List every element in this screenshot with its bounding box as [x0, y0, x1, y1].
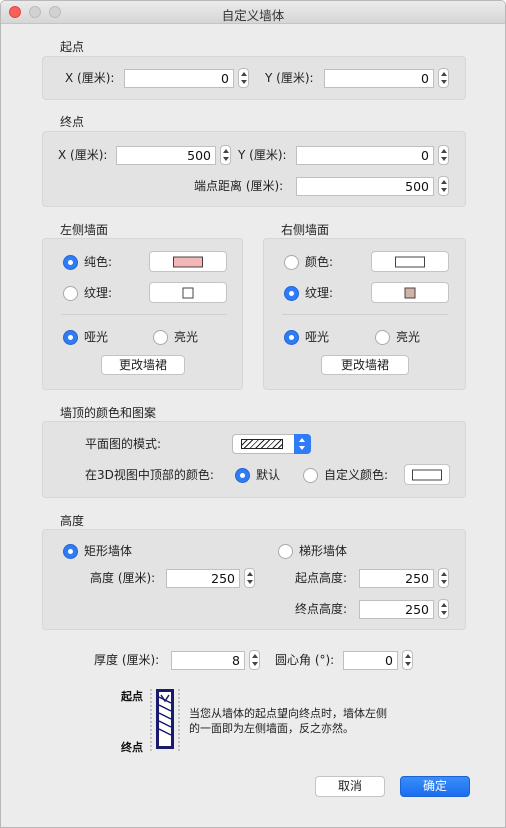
left-color-radio[interactable]	[63, 255, 78, 270]
left-texture-swatch	[182, 287, 194, 298]
right-gloss-label: 亮光	[396, 330, 421, 344]
left-color-label: 纯色:	[84, 255, 113, 269]
window-title: 自定义墙体	[221, 8, 285, 23]
end-point-title: 终点	[60, 115, 85, 129]
rect-wall-label: 矩形墙体	[84, 544, 133, 558]
hatch-pattern-icon	[241, 439, 283, 449]
legend-end-label: 终点	[121, 741, 143, 754]
start-height-field[interactable]: 250	[359, 569, 434, 588]
right-color-label: 颜色:	[305, 255, 334, 269]
left-color-swatch	[173, 256, 203, 267]
left-change-baseboard-button[interactable]: 更改墙裙	[101, 355, 185, 375]
distance-label: 端点距离 (厘米):	[194, 179, 284, 193]
right-color-swatch	[395, 256, 425, 267]
right-color-button[interactable]	[371, 251, 449, 272]
height-title: 高度	[60, 514, 85, 528]
trap-wall-label: 梯形墙体	[299, 544, 348, 558]
thickness-label: 厚度 (厘米):	[94, 653, 160, 667]
top-default-radio[interactable]	[235, 468, 250, 483]
left-wall-divider	[61, 314, 227, 315]
hint-line-1: 当您从墙体的起点望向终点时，墙体左侧	[189, 707, 387, 720]
ok-button[interactable]: 确定	[400, 776, 470, 797]
rect-wall-radio[interactable]	[63, 544, 78, 559]
legend-start-label: 起点	[121, 690, 143, 703]
start-x-label: X (厘米):	[65, 71, 115, 85]
top-custom-swatch	[412, 469, 442, 480]
height-field[interactable]: 250	[166, 569, 240, 588]
height-box: 矩形墙体 梯形墙体 高度 (厘米): 250 起点高度: 250 终点高度: 2…	[42, 529, 466, 630]
right-change-baseboard-button[interactable]: 更改墙裙	[321, 355, 409, 375]
start-height-stepper[interactable]	[438, 568, 449, 588]
cancel-button[interactable]: 取消	[315, 776, 385, 797]
right-gloss-radio[interactable]	[375, 330, 390, 345]
popup-arrows-icon	[294, 434, 311, 454]
start-y-stepper[interactable]	[438, 68, 449, 88]
start-y-field[interactable]: 0	[324, 69, 434, 88]
trap-wall-radio[interactable]	[278, 544, 293, 559]
right-wall-box: 颜色: 纹理: 哑光 亮光 更改墙裙	[263, 238, 466, 390]
left-matte-label: 哑光	[84, 330, 109, 344]
end-point-box: X (厘米): 500 Y (厘米): 0 端点距离 (厘米): 500	[42, 131, 466, 207]
left-texture-button[interactable]	[149, 282, 227, 303]
top-custom-label: 自定义颜色:	[324, 468, 389, 482]
arc-label: 圆心角 (°):	[275, 653, 335, 667]
top-custom-color-button[interactable]	[404, 464, 450, 485]
end-height-stepper[interactable]	[438, 599, 449, 619]
right-matte-radio[interactable]	[284, 330, 299, 345]
right-texture-radio[interactable]	[284, 286, 299, 301]
end-x-field[interactable]: 500	[116, 146, 216, 165]
plan-mode-popup[interactable]	[232, 434, 311, 454]
left-wall-box: 纯色: 纹理: 哑光 亮光 更改墙裙	[42, 238, 243, 390]
start-point-title: 起点	[60, 40, 85, 54]
right-wall-divider	[282, 314, 448, 315]
title-bar: 自定义墙体	[1, 1, 505, 24]
top-box: 平面图的模式: 在3D视图中顶部的颜色: 默认 自定义颜色:	[42, 421, 466, 498]
end-height-field[interactable]: 250	[359, 600, 434, 619]
thickness-stepper[interactable]	[249, 650, 260, 670]
arc-field[interactable]: 0	[343, 651, 398, 670]
end-y-field[interactable]: 0	[296, 146, 434, 165]
distance-field[interactable]: 500	[296, 177, 434, 196]
hint-line-2: 的一面即为左侧墙面，反之亦然。	[189, 722, 354, 735]
end-x-label: X (厘米):	[58, 148, 108, 162]
start-point-box: X (厘米): 0 Y (厘米): 0	[42, 56, 466, 100]
plan-mode-label: 平面图的模式:	[85, 437, 162, 451]
arc-stepper[interactable]	[402, 650, 413, 670]
start-x-field[interactable]: 0	[124, 69, 234, 88]
end-y-stepper[interactable]	[438, 145, 449, 165]
top-color-3d-label: 在3D视图中顶部的颜色:	[85, 468, 214, 482]
wall-direction-diagram	[150, 689, 180, 753]
thickness-field[interactable]: 8	[171, 651, 245, 670]
start-height-label: 起点高度:	[295, 571, 348, 585]
left-color-button[interactable]	[149, 251, 227, 272]
left-texture-radio[interactable]	[63, 286, 78, 301]
left-matte-radio[interactable]	[63, 330, 78, 345]
distance-stepper[interactable]	[438, 176, 449, 196]
end-height-label: 终点高度:	[295, 602, 348, 616]
right-texture-button[interactable]	[371, 282, 449, 303]
right-texture-swatch	[404, 287, 416, 298]
left-texture-label: 纹理:	[84, 286, 113, 300]
top-custom-radio[interactable]	[303, 468, 318, 483]
start-x-stepper[interactable]	[238, 68, 249, 88]
right-color-radio[interactable]	[284, 255, 299, 270]
right-matte-label: 哑光	[305, 330, 330, 344]
right-texture-label: 纹理:	[305, 286, 334, 300]
height-label: 高度 (厘米):	[90, 571, 156, 585]
left-wall-title: 左侧墙面	[60, 223, 109, 237]
end-y-label: Y (厘米):	[238, 148, 287, 162]
start-y-label: Y (厘米):	[265, 71, 314, 85]
top-default-label: 默认	[256, 468, 281, 482]
left-gloss-label: 亮光	[174, 330, 199, 344]
left-gloss-radio[interactable]	[153, 330, 168, 345]
dialog-window: 自定义墙体 起点 X (厘米): 0 Y (厘米): 0 终点 X (厘米): …	[0, 0, 506, 828]
right-wall-title: 右侧墙面	[281, 223, 330, 237]
end-x-stepper[interactable]	[220, 145, 231, 165]
height-stepper[interactable]	[244, 568, 255, 588]
top-title: 墙顶的颜色和图案	[60, 406, 157, 420]
